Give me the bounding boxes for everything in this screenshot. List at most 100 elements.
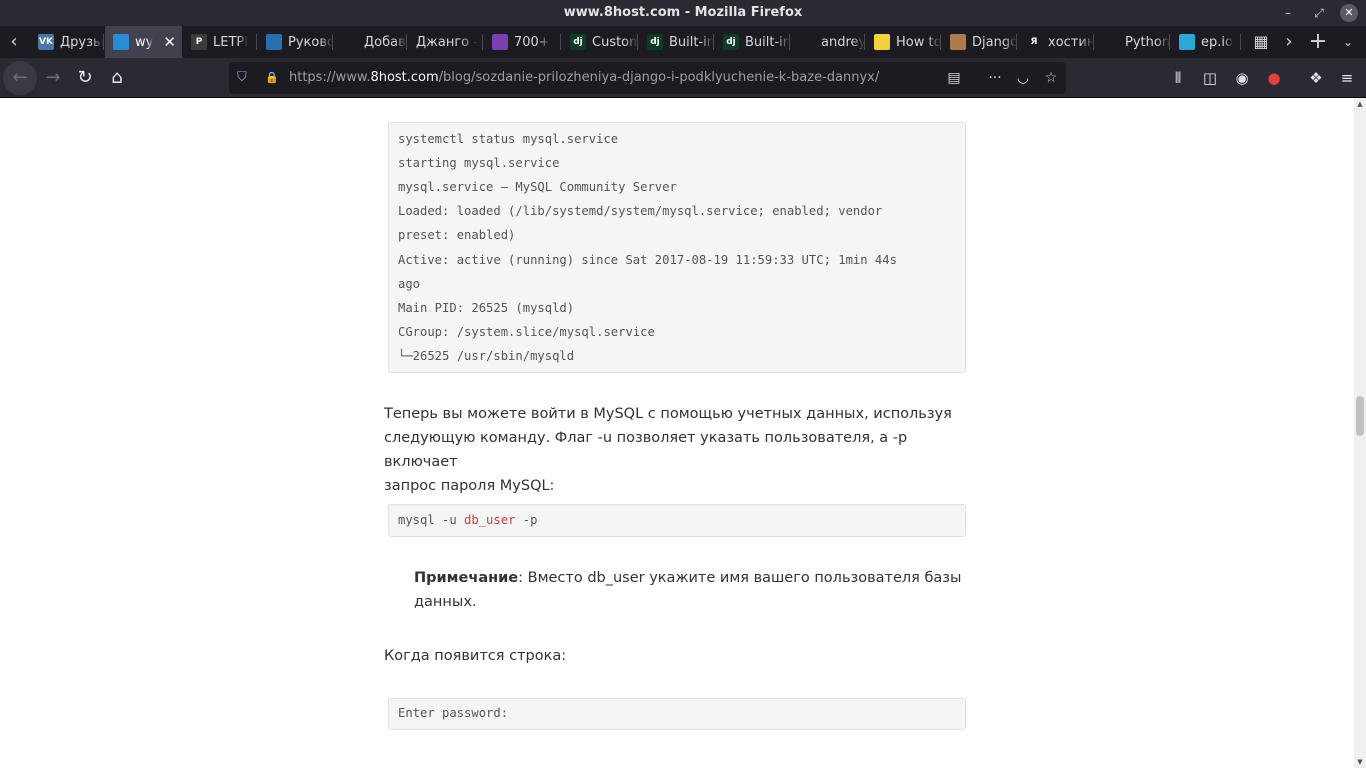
extensions-puzzle-icon[interactable]: ❖ <box>1304 66 1328 90</box>
sidebar-icon[interactable]: ◫ <box>1198 66 1222 90</box>
tab-scroll-right-icon[interactable]: › <box>1275 26 1303 58</box>
note-line: данных. <box>414 594 477 610</box>
python-icon <box>874 34 890 50</box>
vk-icon: VK <box>38 34 54 50</box>
tab-label: Python <box>1125 34 1170 50</box>
tab-label: Built-in <box>745 34 790 50</box>
url-prefix: https://www. <box>289 70 371 85</box>
library-icon[interactable]: ⫴ <box>1166 66 1190 90</box>
code-line: ago <box>398 277 421 291</box>
page-actions-icon[interactable]: ··· <box>983 66 1007 90</box>
tab-14[interactable]: Python <box>1095 26 1170 58</box>
reload-icon[interactable]: ↻ <box>70 64 100 92</box>
tab-13[interactable]: Яхостинг <box>1018 26 1094 58</box>
bookmark-star-icon[interactable]: ☆ <box>1039 66 1063 90</box>
window-titlebar: www.8host.com - Mozilla Firefox – ⤢ ✕ <box>0 0 1366 26</box>
tab-9[interactable]: dj Built-in <box>715 26 790 58</box>
tab-label: andrey <box>821 34 865 50</box>
code-line: Enter password: <box>398 706 509 720</box>
tab-label: Джанго - <box>416 34 478 50</box>
tab-label: Добавление <box>364 34 407 50</box>
url-text[interactable]: https://www.8host.com/blog/sozdanie-pril… <box>289 70 879 85</box>
tab-7[interactable]: dj Custom <box>562 26 638 58</box>
note-line: Примечание: Вместо db_user укажите имя в… <box>414 566 964 590</box>
page-content: systemctl status mysql.service starting … <box>0 98 1354 768</box>
yandex-icon: Я <box>1026 34 1042 50</box>
code-line: Loaded: loaded (/lib/systemd/system/mysq… <box>398 204 883 218</box>
django-icon: dj <box>647 34 663 50</box>
tab-6[interactable]: 700+ <box>484 26 561 58</box>
tab-scroll-left-icon[interactable]: ‹ <box>0 26 28 58</box>
tab-0[interactable]: VK Друзья <box>30 26 104 58</box>
github-icon <box>799 34 815 50</box>
tab-separator <box>1240 34 1241 50</box>
code-line: starting mysql.service <box>398 156 560 170</box>
tab-1[interactable]: wy ✕ <box>105 26 182 58</box>
tab-label: Built-in <box>669 34 714 50</box>
minimize-icon[interactable]: – <box>1279 4 1297 22</box>
django-icon: dj <box>570 34 586 50</box>
new-tab-plus-icon[interactable]: + <box>1304 26 1332 58</box>
code-line: CGroup: /system.slice/mysql.service <box>398 325 655 339</box>
tab-10[interactable]: andrey <box>791 26 865 58</box>
site-icon <box>113 34 129 50</box>
code-line: mysql -u db_user -p <box>398 513 537 527</box>
tab-grid-icon[interactable]: ▦ <box>1247 26 1275 58</box>
extension-icon[interactable]: ● <box>1262 66 1286 90</box>
close-window-icon[interactable]: ✕ <box>1340 4 1358 22</box>
tab-label: Руководство <box>288 34 333 50</box>
list-all-tabs-icon[interactable]: ⌄ <box>1334 26 1362 58</box>
tab-label: ep.io <box>1201 34 1233 50</box>
tab-12[interactable]: Django <box>942 26 1017 58</box>
tab-4[interactable]: Добавление <box>334 26 407 58</box>
tab-8[interactable]: dj Built-in <box>639 26 714 58</box>
home-icon[interactable]: ⌂ <box>102 64 132 92</box>
tab-separator <box>940 34 941 50</box>
code-block-password: Enter password: <box>388 698 966 730</box>
scroll-up-icon[interactable]: ▲ <box>1354 98 1366 110</box>
pocket-icon[interactable]: ◡ <box>1011 66 1035 90</box>
code-line: mysql.service – MySQL Community Server <box>398 180 677 194</box>
book-icon <box>342 34 358 50</box>
tab-separator <box>103 34 104 50</box>
paragraph-login-instructions: Теперь вы можете войти в MySQL с помощью… <box>384 402 964 498</box>
tab-15[interactable]: ep.io <box>1171 26 1241 58</box>
code-line: Active: active (running) since Sat 2017-… <box>398 253 897 267</box>
forward-arrow-icon[interactable]: → <box>38 64 68 92</box>
gcloud-icon <box>1103 34 1119 50</box>
menu-hamburger-icon[interactable]: ≡ <box>1335 66 1359 90</box>
graduation-icon <box>266 34 282 50</box>
paragraph-line: Теперь вы можете войти в MySQL с помощью… <box>384 406 952 422</box>
reader-view-icon[interactable]: ▤ <box>942 66 966 90</box>
tracking-shield-icon[interactable]: ⛉ <box>237 70 251 86</box>
page-scrollbar[interactable]: ▲ ▼ <box>1354 98 1366 768</box>
tab-3[interactable]: Руководство <box>258 26 333 58</box>
tab-separator <box>1016 34 1017 50</box>
code-block-mysql-command: mysql -u db_user -p <box>388 504 966 537</box>
note-text: : Вместо db_user укажите имя вашего поль… <box>518 570 962 586</box>
tab-separator <box>1169 34 1170 50</box>
code-line: preset: enabled) <box>398 228 516 242</box>
tab-label: Django <box>972 34 1017 50</box>
close-tab-icon[interactable]: ✕ <box>163 33 176 51</box>
scrollbar-thumb[interactable] <box>1356 396 1364 436</box>
scroll-down-icon[interactable]: ▼ <box>1354 756 1366 768</box>
code-text: -p <box>515 513 538 527</box>
tab-11[interactable]: How to <box>866 26 941 58</box>
epio-icon <box>1179 34 1195 50</box>
code-block-status: systemctl status mysql.service starting … <box>388 122 966 373</box>
avatar-icon <box>950 34 966 50</box>
lock-icon[interactable]: 🔒 <box>265 70 279 86</box>
tab-2[interactable]: P LETPI <box>183 26 257 58</box>
account-icon[interactable]: ◉ <box>1230 66 1254 90</box>
back-arrow-icon[interactable]: ← <box>5 64 35 92</box>
tab-5[interactable]: Джанго - <box>408 26 483 58</box>
url-bar[interactable]: ⛉ 🔒 https://www.8host.com/blog/sozdanie-… <box>229 62 1066 94</box>
tab-separator <box>1093 34 1094 50</box>
tab-separator <box>789 34 790 50</box>
code-line: └─26525 /usr/sbin/mysqld <box>398 349 575 363</box>
restore-icon[interactable]: ⤢ <box>1310 4 1328 22</box>
tab-bar: ‹ VK Друзья wy ✕ P LETPI Руководство Добавление… <box>0 26 1366 58</box>
tab-separator <box>256 34 257 50</box>
colorlib-icon <box>492 34 508 50</box>
